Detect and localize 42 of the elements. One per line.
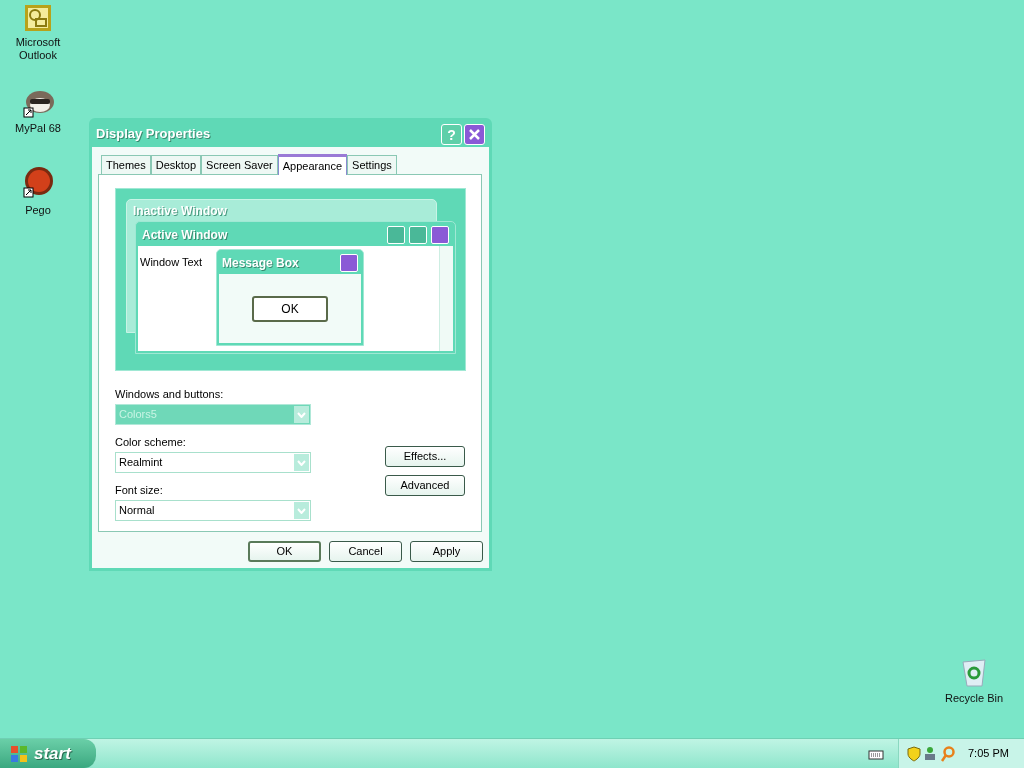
recycle-bin-icon [959, 658, 989, 688]
dropdown[interactable]: Realmint [115, 452, 311, 473]
dialog-button[interactable]: Cancel [329, 541, 402, 562]
dropdown[interactable]: Normal [115, 500, 311, 521]
minimize-icon [387, 226, 405, 244]
desktop-icon-label[interactable]: Microsoft Outlook [0, 36, 76, 62]
keyboard-icon[interactable] [868, 747, 884, 760]
maximize-icon [409, 226, 427, 244]
desktop-icon-label[interactable]: MyPal 68 [15, 122, 61, 135]
tab[interactable]: Settings [347, 155, 397, 174]
caret-icon [294, 502, 309, 519]
dialog-button[interactable]: Apply [410, 541, 483, 562]
field-label: Font size: [115, 483, 164, 497]
window-text: Window Text [140, 256, 203, 268]
desktop-icon-label[interactable]: Pego [25, 204, 51, 217]
inactive-window-title: Inactive Window [133, 202, 227, 220]
tab[interactable]: Appearance [277, 154, 348, 175]
caret-icon [294, 454, 309, 471]
magnifier-icon[interactable] [941, 745, 955, 762]
close-icon [340, 254, 358, 272]
ok-button[interactable]: OK [252, 295, 328, 322]
desktop-icon-label[interactable]: Recycle Bin [944, 692, 1004, 705]
field-label: Color scheme: [115, 435, 187, 449]
caret-icon [294, 406, 309, 423]
tab[interactable]: Themes [101, 155, 151, 174]
tab[interactable]: Screen Saver [201, 155, 278, 174]
window-title: Display Properties [96, 125, 212, 144]
close-icon [431, 226, 449, 244]
close-icon [468, 127, 481, 141]
active-window-title: Active Window [142, 227, 229, 244]
side-button[interactable]: Advanced [385, 475, 465, 496]
clock: 7:05 PM [968, 746, 1009, 762]
dialog-button[interactable]: OK [248, 541, 321, 562]
tab[interactable]: Desktop [150, 155, 202, 174]
message-box-title: Message Box [222, 255, 300, 272]
field-label: Windows and buttons: [115, 387, 225, 401]
outlook-icon [24, 4, 52, 32]
close-button[interactable] [464, 123, 485, 145]
ball-icon [21, 166, 55, 200]
windows-logo-icon [10, 744, 28, 763]
side-button[interactable]: Effects... [385, 446, 465, 467]
shield-icon[interactable] [907, 745, 921, 762]
